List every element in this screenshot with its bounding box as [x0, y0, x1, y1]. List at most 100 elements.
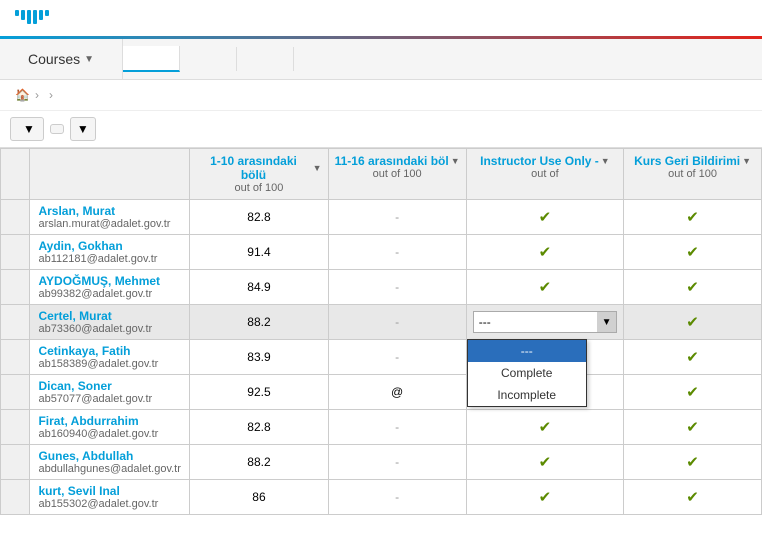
dropdown-arrow-button[interactable]: ▼	[597, 311, 617, 333]
bar6	[45, 10, 49, 16]
col2-title: 11-16 arasındaki böl	[335, 154, 449, 168]
checkmark-icon: ✔	[686, 349, 699, 366]
dropdown-option-complete[interactable]: Complete	[468, 362, 586, 384]
instructor-dropdown-select[interactable]: --- Complete Incomplete	[473, 311, 617, 333]
th-col4: Kurs Geri Bildirimi ▼ out of 100	[624, 149, 762, 200]
student-name[interactable]: Dican, Soner	[38, 379, 183, 393]
col1-sub: out of 100	[234, 182, 283, 194]
table-row: Dican, Sonerab57077@adalet.gov.tr92.5@✔✔	[1, 375, 762, 410]
options-button[interactable]: ▼	[10, 117, 44, 141]
refresh-dropdown-icon: ▼	[77, 122, 89, 136]
grades-table-container: 1-10 arasındaki bölü ▼ out of 100 11-16 …	[0, 148, 762, 515]
row-controls	[1, 445, 30, 480]
table-row: AYDOĞMUŞ, Mehmetab99382@adalet.gov.tr84.…	[1, 270, 762, 305]
student-name[interactable]: Aydin, Gokhan	[38, 239, 183, 253]
home-icon[interactable]: 🏠	[15, 88, 30, 102]
col1-title: 1-10 arasındaki bölü	[196, 154, 310, 182]
col4-value: ✔	[624, 340, 762, 375]
nav-courses-label: Courses	[28, 51, 80, 67]
col4-value: ✔	[624, 410, 762, 445]
col3-value: ✔	[466, 410, 623, 445]
col4-filter-icon[interactable]: ▼	[742, 156, 751, 166]
table-row: Gunes, Abdullahabdullahgunes@adalet.gov.…	[1, 445, 762, 480]
table-row: Certel, Muratab73360@adalet.gov.tr88.2- …	[1, 305, 762, 340]
student-name[interactable]: Cetinkaya, Fatih	[38, 344, 183, 358]
row-controls	[1, 200, 30, 235]
row-controls	[1, 235, 30, 270]
student-email: ab99382@adalet.gov.tr	[38, 288, 183, 300]
courses-dropdown-icon: ▼	[84, 54, 94, 65]
student-info-cell: Aydin, Gokhanab112181@adalet.gov.tr	[30, 235, 190, 270]
dropdown-option-dashes[interactable]: ---	[468, 340, 586, 362]
checkmark-icon: ✔	[686, 384, 699, 401]
col1-value: 88.2	[190, 305, 328, 340]
student-name[interactable]: Arslan, Murat	[38, 204, 183, 218]
student-name[interactable]: Gunes, Abdullah	[38, 449, 183, 463]
dropdown-option-incomplete[interactable]: Incomplete	[468, 384, 586, 406]
student-info-cell: Gunes, Abdullahabdullahgunes@adalet.gov.…	[30, 445, 190, 480]
col1-value: 88.2	[190, 445, 328, 480]
checkmark-icon: ✔	[539, 489, 552, 506]
th-col3: Instructor Use Only - ▼ out of	[466, 149, 623, 200]
refresh-button[interactable]	[50, 124, 64, 134]
col4-value: ✔	[624, 445, 762, 480]
col2-value: @	[328, 375, 466, 410]
instructor-dropdown-wrapper: --- Complete Incomplete ▼	[473, 311, 617, 333]
dash-icon: -	[395, 280, 399, 294]
checkmark-icon: ✔	[686, 419, 699, 436]
table-row: Cetinkaya, Fatihab158389@adalet.gov.tr83…	[1, 340, 762, 375]
col2-filter-icon[interactable]: ▼	[451, 156, 460, 166]
col3-filter-icon[interactable]: ▼	[601, 156, 610, 166]
th-col1: 1-10 arasındaki bölü ▼ out of 100	[190, 149, 328, 200]
student-name[interactable]: AYDOĞMUŞ, Mehmet	[38, 274, 183, 288]
dash-icon: -	[395, 245, 399, 259]
nav-grades[interactable]	[180, 47, 237, 71]
col1-value: 82.8	[190, 410, 328, 445]
th-student	[30, 149, 190, 200]
col1-value: 86	[190, 480, 328, 515]
col3-value: ✔	[466, 200, 623, 235]
student-name[interactable]: Certel, Murat	[38, 309, 183, 323]
table-row: kurt, Sevil Inalab155302@adalet.gov.tr86…	[1, 480, 762, 515]
nav-assignments[interactable]	[123, 46, 180, 72]
col1-filter-icon[interactable]: ▼	[313, 163, 322, 173]
student-info-cell: AYDOĞMUŞ, Mehmetab99382@adalet.gov.tr	[30, 270, 190, 305]
breadcrumb: 🏠 › ›	[0, 80, 762, 111]
row-controls	[1, 410, 30, 445]
col1-value: 82.8	[190, 200, 328, 235]
col4-value: ✔	[624, 270, 762, 305]
options-dropdown-icon: ▼	[23, 122, 35, 136]
checkmark-icon: ✔	[539, 279, 552, 296]
student-info-cell: Arslan, Muratarslan.murat@adalet.gov.tr	[30, 200, 190, 235]
col1-value: 91.4	[190, 235, 328, 270]
student-email: ab73360@adalet.gov.tr	[38, 323, 183, 335]
col3-sub: out of	[531, 168, 559, 180]
nav-calendar[interactable]	[237, 47, 294, 71]
bar2	[21, 10, 25, 20]
col3-value[interactable]: --- Complete Incomplete ▼ --- Complete I…	[466, 305, 623, 340]
checkmark-icon: ✔	[539, 454, 552, 471]
col2-value: -	[328, 235, 466, 270]
cisco-logo	[15, 10, 49, 26]
col4-value: ✔	[624, 375, 762, 410]
checkmark-icon: ✔	[686, 489, 699, 506]
bar1	[15, 10, 19, 16]
nav-courses[interactable]: Courses ▼	[0, 39, 123, 79]
student-name[interactable]: Firat, Abdurrahim	[38, 414, 183, 428]
student-email: ab112181@adalet.gov.tr	[38, 253, 183, 265]
cisco-bars	[15, 10, 49, 24]
student-info-cell: Dican, Sonerab57077@adalet.gov.tr	[30, 375, 190, 410]
checkmark-icon: ✔	[539, 419, 552, 436]
refresh-dropdown-button[interactable]: ▼	[70, 117, 96, 141]
row-controls	[1, 480, 30, 515]
col2-value: -	[328, 270, 466, 305]
col3-value: ✔	[466, 480, 623, 515]
col3-value: ✔	[466, 445, 623, 480]
col2-value: -	[328, 340, 466, 375]
col4-value: ✔	[624, 305, 762, 340]
student-name[interactable]: kurt, Sevil Inal	[38, 484, 183, 498]
dropdown-popup: --- Complete Incomplete	[467, 339, 587, 407]
dash-icon: -	[395, 490, 399, 504]
col2-value: -	[328, 480, 466, 515]
col4-value: ✔	[624, 480, 762, 515]
